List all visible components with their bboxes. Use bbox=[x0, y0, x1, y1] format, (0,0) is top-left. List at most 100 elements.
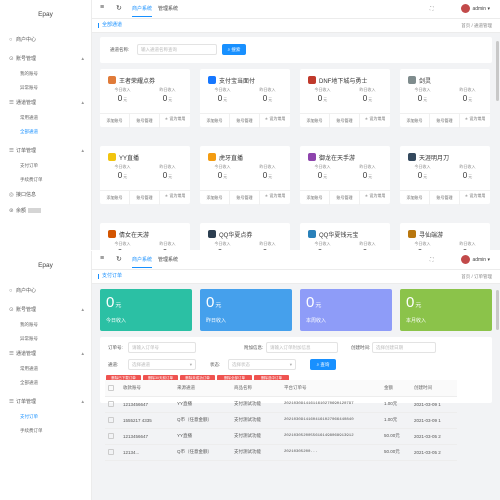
account-mgmt-button[interactable]: 账号管理 bbox=[230, 191, 260, 205]
sidebar-sub-payment-orders[interactable]: 支付订单 bbox=[0, 159, 91, 173]
channel-logo-icon bbox=[208, 76, 216, 84]
add-account-button[interactable]: 添加账号 bbox=[200, 191, 230, 205]
channel-name: 倩女在天游 bbox=[108, 230, 149, 239]
sidebar-sub-my-accounts[interactable]: 我的账号 bbox=[0, 67, 91, 81]
account-mgmt-button[interactable]: 账号管理 bbox=[430, 191, 460, 205]
tab-admin-system[interactable]: 管理系统 bbox=[158, 5, 178, 12]
search-button[interactable]: ⌕ 搜索 bbox=[222, 44, 246, 55]
scrollbar[interactable] bbox=[496, 41, 499, 101]
sidebar-item-order-mgmt[interactable]: ☰ 订单管理 ▲ bbox=[0, 143, 91, 159]
sidebar-sub-my-accounts[interactable]: 我的账号 bbox=[0, 318, 91, 332]
balance-icon: ⊛ bbox=[9, 208, 14, 214]
user-menu[interactable]: ⛶ admin ▾ bbox=[430, 255, 490, 264]
card-actions: 添加账号 账号管理 ★ 设为常用 bbox=[300, 113, 390, 128]
sidebar-sub-payment-orders[interactable]: 支付订单 bbox=[0, 410, 91, 424]
channel-name: 虎牙直播 bbox=[208, 153, 243, 162]
yesterday-income: 昨日收入0元 bbox=[459, 241, 476, 250]
table-row[interactable]: 12134... Q币（任意金额） 支付测试功能 20210305200... 50.0… bbox=[105, 444, 457, 461]
menu-icon[interactable]: ≡ bbox=[100, 255, 104, 262]
card-actions: 添加账号 账号管理 ★ 设为常用 bbox=[100, 190, 190, 205]
sidebar-item-channel-mgmt[interactable]: ☰ 通道管理 ▲ bbox=[0, 346, 91, 362]
account-mgmt-button[interactable]: 账号管理 bbox=[230, 114, 260, 128]
refresh-icon[interactable]: ↻ bbox=[116, 4, 122, 12]
sidebar-item-api-info[interactable]: ◎ 接口信息 bbox=[0, 187, 91, 203]
scrollbar[interactable] bbox=[496, 290, 499, 330]
refresh-icon[interactable]: ↻ bbox=[116, 255, 122, 263]
table-cell: Q币（任意金额） bbox=[174, 444, 231, 461]
account-mgmt-button[interactable]: 账号管理 bbox=[130, 191, 160, 205]
set-common-button[interactable]: ★ 设为常用 bbox=[360, 191, 390, 205]
sidebar-item-merchant-center[interactable]: ○ 商户中心 bbox=[0, 32, 91, 48]
sidebar-item-channel-mgmt[interactable]: ☰ 通道管理 ▲ bbox=[0, 95, 91, 111]
col-header: 创建时间 bbox=[411, 380, 457, 397]
channel-label: 通道: bbox=[108, 362, 119, 367]
channel-select[interactable]: 选择通道 bbox=[128, 359, 196, 370]
table-row[interactable]: 1213456647 YY直播 支付测试功能 20210305200556161498… bbox=[105, 428, 457, 445]
yesterday-income: 昨日收入0元 bbox=[159, 164, 176, 180]
table-row[interactable]: 1213456647 YY直播 支付测试功能 20210309141611610270… bbox=[105, 396, 457, 413]
sidebar-sub-common-channels[interactable]: 常用通道 bbox=[0, 111, 91, 125]
order-no-input[interactable]: 请输入订单号 bbox=[128, 342, 196, 353]
col-header: 来源通道 bbox=[174, 380, 231, 397]
fullscreen-icon[interactable]: ⛶ bbox=[430, 6, 434, 12]
sidebar-sub-all-channels[interactable]: 全部通道 bbox=[0, 376, 91, 390]
channel-search-input[interactable]: 输入通道名称查询 bbox=[137, 44, 217, 55]
sidebar-sub-abnormal-accounts[interactable]: 异常账号 bbox=[0, 332, 91, 346]
set-common-button[interactable]: ★ 设为常用 bbox=[360, 114, 390, 128]
sidebar-sub-common-channels[interactable]: 常用通道 bbox=[0, 362, 91, 376]
add-account-button[interactable]: 添加账号 bbox=[200, 114, 230, 128]
create-time-input[interactable]: 选择创建日期 bbox=[372, 342, 436, 353]
account-mgmt-button[interactable]: 账号管理 bbox=[330, 114, 360, 128]
table-row[interactable]: 1555217 4335 Q币（任意金额） 支付测试功能 20210309141604… bbox=[105, 412, 457, 429]
row-checkbox[interactable] bbox=[105, 396, 120, 413]
row-checkbox[interactable] bbox=[105, 428, 120, 445]
today-income: 今日收入0元 bbox=[314, 87, 331, 103]
api-icon: ◎ bbox=[9, 192, 14, 198]
account-mgmt-button[interactable]: 账号管理 bbox=[130, 114, 160, 128]
add-account-button[interactable]: 添加账号 bbox=[400, 191, 430, 205]
tab-merchant-system[interactable]: 商户系统 bbox=[132, 256, 153, 268]
set-common-button[interactable]: ★ 设为常用 bbox=[160, 114, 190, 128]
add-account-button[interactable]: 添加账号 bbox=[100, 114, 130, 128]
user-menu[interactable]: ⛶ admin ▾ bbox=[430, 4, 490, 13]
sidebar-item-account-mgmt[interactable]: ⊙ 账号管理 ▲ bbox=[0, 302, 91, 318]
add-account-button[interactable]: 添加账号 bbox=[100, 191, 130, 205]
channel-name: 支付宝当面付 bbox=[208, 76, 255, 85]
menu-icon[interactable]: ≡ bbox=[100, 4, 104, 11]
attach-info-input[interactable]: 请输入订单附加信息 bbox=[266, 342, 338, 353]
sidebar-sub-fee-orders[interactable]: 手续费订单 bbox=[0, 424, 91, 438]
fullscreen-icon[interactable]: ⛶ bbox=[430, 257, 434, 263]
chevron-up-icon: ▲ bbox=[80, 351, 85, 356]
user-avatar bbox=[461, 4, 471, 13]
account-mgmt-button[interactable]: 账号管理 bbox=[430, 114, 460, 128]
sidebar-item-order-mgmt[interactable]: ☰ 订单管理 ▲ bbox=[0, 394, 91, 410]
set-common-button[interactable]: ★ 设为常用 bbox=[460, 191, 490, 205]
sidebar-item-balance[interactable]: ⊛ 余额 bbox=[0, 203, 91, 219]
tab-admin-system[interactable]: 管理系统 bbox=[158, 256, 178, 263]
sidebar-sub-fee-orders[interactable]: 手续费订单 bbox=[0, 173, 91, 187]
query-button[interactable]: ⌕ 查询 bbox=[310, 359, 336, 370]
account-icon: ⊙ bbox=[9, 56, 14, 62]
tab-merchant-system[interactable]: 商户系统 bbox=[132, 5, 153, 17]
account-mgmt-button[interactable]: 账号管理 bbox=[330, 191, 360, 205]
set-common-button[interactable]: ★ 设为常用 bbox=[160, 191, 190, 205]
col-header: 金额 bbox=[381, 380, 411, 397]
select-all-checkbox[interactable] bbox=[105, 380, 120, 397]
sidebar-sub-all-channels[interactable]: 全部通道 bbox=[0, 125, 91, 139]
status-select[interactable]: 选择状态 bbox=[228, 359, 296, 370]
row-checkbox[interactable] bbox=[105, 444, 120, 461]
add-account-button[interactable]: 添加账号 bbox=[300, 114, 330, 128]
blurred-value bbox=[28, 208, 42, 214]
row-checkbox[interactable] bbox=[105, 412, 120, 429]
sidebar-item-account-mgmt[interactable]: ⊙ 账号管理 ▲ bbox=[0, 51, 91, 67]
set-common-button[interactable]: ★ 设为常用 bbox=[260, 114, 290, 128]
breadcrumb: 首页 / 通道管理 bbox=[461, 23, 492, 28]
sidebar-sub-abnormal-accounts[interactable]: 异常账号 bbox=[0, 81, 91, 95]
set-common-button[interactable]: ★ 设为常用 bbox=[260, 191, 290, 205]
add-account-button[interactable]: 添加账号 bbox=[400, 114, 430, 128]
page-header: 支付订单 首页 / 订单管理 bbox=[92, 270, 500, 284]
add-account-button[interactable]: 添加账号 bbox=[300, 191, 330, 205]
chevron-up-icon: ▲ bbox=[80, 100, 85, 105]
sidebar-item-merchant-center[interactable]: ○ 商户中心 bbox=[0, 283, 91, 299]
set-common-button[interactable]: ★ 设为常用 bbox=[460, 114, 490, 128]
